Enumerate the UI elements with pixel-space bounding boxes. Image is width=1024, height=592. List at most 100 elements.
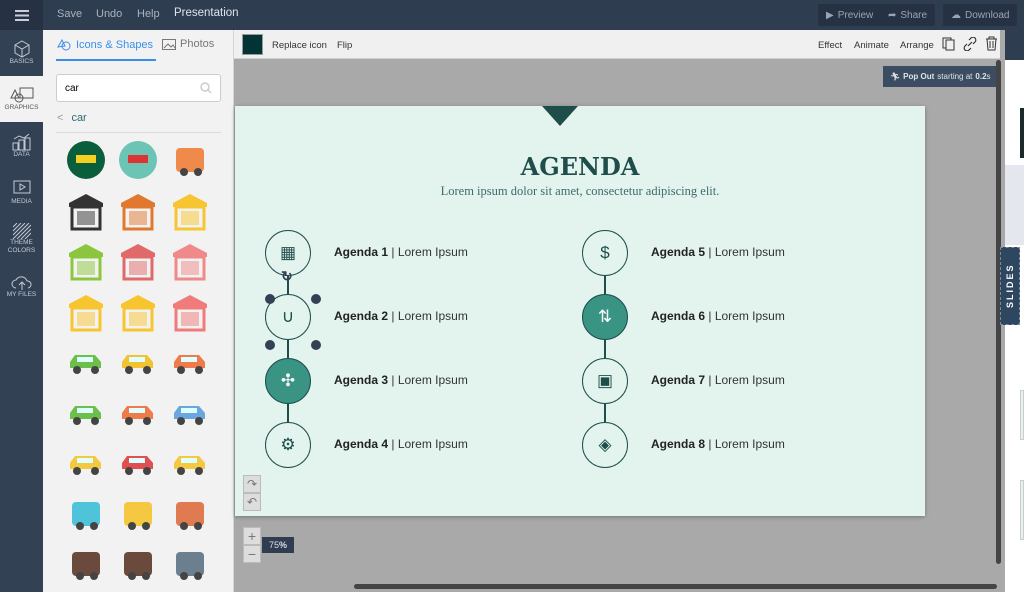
agenda-item-name: Agenda 4 — [334, 437, 389, 451]
slide-thumbnail[interactable] — [1020, 390, 1024, 440]
gas-station-yellow-icon[interactable] — [170, 191, 210, 231]
slide-canvas[interactable]: AGENDA Lorem ipsum dolor sit amet, conse… — [235, 106, 925, 516]
link-icon[interactable] — [963, 37, 977, 51]
cube-icon — [14, 40, 29, 58]
replace-icon-button[interactable]: Replace icon — [272, 40, 327, 51]
car-orange-2-icon[interactable] — [118, 393, 158, 433]
agenda-icon-circle[interactable]: $ — [582, 230, 628, 276]
car-crash-icon[interactable] — [66, 544, 106, 584]
garage-yellow-icon[interactable] — [66, 292, 106, 332]
agenda-item-text[interactable]: Agenda 7 | Lorem Ipsum — [651, 373, 785, 387]
zoom-out-button[interactable]: − — [243, 545, 261, 563]
agenda-item-text[interactable]: Agenda 4 | Lorem Ipsum — [334, 437, 468, 451]
tab-photos[interactable]: Photos — [162, 38, 214, 50]
agenda-icon-circle[interactable]: ⇅ — [582, 294, 628, 340]
taxi-front-icon[interactable] — [118, 494, 158, 534]
download-button[interactable]: ☁ Download — [943, 4, 1017, 26]
agenda-item-text[interactable]: Agenda 6 | Lorem Ipsum — [651, 309, 785, 323]
bumper-car-icon[interactable] — [118, 140, 158, 180]
save-button[interactable]: Save — [57, 8, 82, 20]
start-time: 0.2 — [975, 72, 987, 81]
sports-car-icon[interactable] — [66, 494, 106, 534]
taxi-yellow-icon[interactable] — [66, 443, 106, 483]
rail-graphics[interactable]: GRAPHICS — [0, 76, 43, 122]
agenda-icon-circle[interactable]: ◈ — [582, 422, 628, 468]
agenda-item-text[interactable]: Agenda 3 | Lorem Ipsum — [334, 373, 468, 387]
undo-button[interactable]: Undo — [96, 8, 122, 20]
bank-truck-icon[interactable] — [170, 140, 210, 180]
car-green-icon[interactable] — [66, 342, 106, 382]
rotate-counterclockwise-icon: ↶ — [246, 495, 258, 509]
rail-media[interactable]: MEDIA — [0, 170, 43, 216]
slide-title[interactable]: AGENDA — [235, 152, 925, 181]
zoom-in-button[interactable]: + — [243, 527, 261, 545]
rotate-handle-icon[interactable]: ↻ — [281, 268, 293, 285]
taxi-sign-icon[interactable] — [66, 140, 106, 180]
resize-handle[interactable] — [311, 340, 321, 350]
horizontal-scrollbar[interactable] — [354, 584, 997, 589]
plus-icon: + — [247, 528, 257, 544]
arrange-button[interactable]: Arrange — [900, 40, 934, 51]
slides-panel-header — [1005, 30, 1024, 60]
agenda-item-text[interactable]: Agenda 5 | Lorem Ipsum — [651, 245, 785, 259]
animation-badge[interactable]: 🏃︎ Pop Out starting at 0.2 s — [883, 66, 997, 87]
bus-blue-icon[interactable] — [170, 393, 210, 433]
animate-button[interactable]: Animate — [854, 40, 889, 51]
resize-handle[interactable] — [265, 294, 275, 304]
search-icon[interactable] — [200, 82, 212, 94]
back-to-category[interactable]: < car — [57, 112, 87, 124]
rail-basics[interactable]: BASICS — [0, 30, 43, 76]
taxi-red-icon[interactable] — [118, 443, 158, 483]
search-input[interactable]: car — [56, 74, 221, 102]
flip-button[interactable]: Flip — [337, 40, 352, 51]
presentation-title[interactable]: Presentation — [174, 7, 239, 19]
share-button[interactable]: ➦ Share — [880, 4, 936, 26]
mechanic-icon[interactable] — [170, 544, 210, 584]
resize-handle[interactable] — [311, 294, 321, 304]
trash-icon[interactable] — [985, 36, 998, 51]
slide-thumbnail-selected[interactable] — [1005, 165, 1024, 245]
road-curve-icon[interactable] — [170, 494, 210, 534]
gas-station-dark-icon[interactable] — [66, 191, 106, 231]
duplicate-icon[interactable] — [942, 37, 955, 51]
rail-data[interactable]: DATA — [0, 123, 43, 169]
rotate-ccw-button[interactable]: ↶ — [243, 493, 261, 511]
help-button[interactable]: Help — [137, 8, 160, 20]
rail-my-files[interactable]: MY FILES — [0, 264, 43, 310]
preview-button[interactable]: ▶ Preview — [818, 4, 882, 26]
color-swatch[interactable] — [242, 34, 263, 55]
slide-thumbnail[interactable] — [1020, 108, 1024, 158]
slide-thumbnail[interactable] — [1020, 480, 1024, 540]
effect-button[interactable]: Effect — [818, 40, 842, 51]
car-yellow-icon[interactable] — [170, 443, 210, 483]
share-label: Share — [900, 9, 928, 21]
rail-theme-colors[interactable]: THEME COLORS — [0, 216, 43, 262]
agenda-icon-circle[interactable]: ✣ — [265, 358, 311, 404]
parking-icon[interactable] — [118, 544, 158, 584]
house-yellow-icon[interactable] — [118, 292, 158, 332]
agenda-item-text[interactable]: Agenda 1 | Lorem Ipsum — [334, 245, 468, 259]
agenda-item-desc: Lorem Ipsum — [714, 245, 785, 259]
slides-tab[interactable]: SLIDES — [1000, 247, 1020, 325]
tractor-yellow-icon[interactable] — [118, 342, 158, 382]
hamburger-menu-button[interactable] — [0, 0, 43, 30]
garage-house-icon[interactable] — [118, 241, 158, 281]
slide-subtitle[interactable]: Lorem ipsum dolor sit amet, consectetur … — [235, 184, 925, 199]
rotate-cw-button[interactable]: ↷ — [243, 475, 261, 493]
resize-handle[interactable] — [265, 340, 275, 350]
download-label: Download — [965, 9, 1010, 21]
garage-red-icon[interactable] — [170, 292, 210, 332]
left-rail: BASICS GRAPHICS DATA MEDIA THEME COLORS … — [0, 30, 43, 592]
garage-orange-icon[interactable] — [118, 191, 158, 231]
car-orange-icon[interactable] — [170, 342, 210, 382]
car-green-front-icon[interactable] — [66, 393, 106, 433]
garage-pink-icon[interactable] — [170, 241, 210, 281]
time-unit: s — [986, 72, 991, 81]
garage-green-icon[interactable] — [66, 241, 106, 281]
magnet-icon: ∪ — [281, 307, 295, 326]
agenda-item-text[interactable]: Agenda 8 | Lorem Ipsum — [651, 437, 785, 451]
tab-icons-shapes[interactable]: Icons & Shapes — [57, 38, 153, 51]
agenda-icon-circle[interactable]: ▣ — [582, 358, 628, 404]
agenda-item-text[interactable]: Agenda 2 | Lorem Ipsum — [334, 309, 468, 323]
agenda-icon-circle[interactable]: ⚙ — [265, 422, 311, 468]
